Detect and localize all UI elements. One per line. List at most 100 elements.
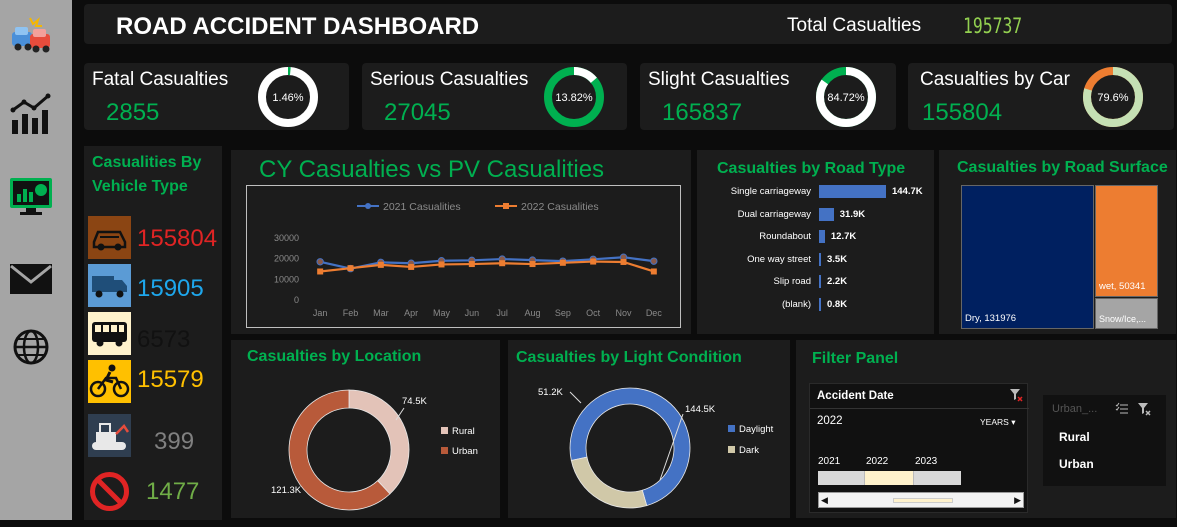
kpi-value: 155804	[922, 99, 1003, 126]
page-title: ROAD ACCIDENT DASHBOARD	[116, 13, 480, 40]
timeline-scrollbar[interactable]: ◀ ▶	[818, 492, 1024, 508]
x-tick-label: Jul	[496, 308, 508, 318]
legend-label-rural: Rural	[452, 426, 475, 437]
leader-line	[569, 391, 582, 404]
kpi-label: Fatal Casualties	[92, 69, 229, 90]
road-type-value-label: 12.7K	[830, 231, 857, 242]
kpi-card-slight: Slight Casualties 165837 84.72%	[640, 63, 896, 130]
legend-daylight: Daylight	[728, 424, 773, 435]
data-point	[650, 268, 657, 275]
data-point	[499, 260, 506, 267]
kpi-card-serious: Serious Casualties 27045 13.82%	[362, 63, 627, 130]
road-type-category-label: Roundabout	[759, 231, 811, 242]
dashboard-monitor-icon[interactable]	[8, 172, 54, 218]
road-type-bar[interactable]	[819, 207, 834, 221]
data-point	[347, 265, 354, 272]
sidebar	[0, 0, 72, 520]
years-dropdown[interactable]: YEARS ▾	[980, 417, 1015, 428]
kpi-label: Casualties by Car	[920, 69, 1070, 90]
treemap-cell-dry[interactable]: Dry, 131976	[961, 185, 1094, 329]
line-chart: 30000 20000 10000 0 Jan Feb Mar Apr May Jun Jul Aug…	[274, 201, 662, 318]
agricultural-vehicle-icon	[88, 414, 131, 457]
scroll-right-icon[interactable]: ▶	[1014, 495, 1021, 506]
y-tick-label: 10000	[274, 274, 299, 284]
total-casualties-label: Total Casualties	[787, 15, 922, 36]
truck-icon	[88, 264, 131, 307]
globe-icon[interactable]	[8, 324, 54, 370]
kpi-donut-slight: 84.72%	[816, 67, 876, 127]
data-point	[316, 258, 324, 266]
legend-label: 2022 Casualities	[521, 201, 599, 213]
x-tick-label: Aug	[524, 308, 540, 318]
donut-data-label: 51.2K	[538, 387, 563, 398]
road-type-bar[interactable]	[819, 297, 821, 311]
vehicle-value-bus: 6573	[137, 326, 191, 353]
kpi-donut-fatal: 1.46%	[258, 67, 318, 127]
road-type-bar[interactable]	[819, 252, 821, 266]
location-panel: Casualties by Location 74.5K 121.3K Rural…	[231, 340, 500, 518]
treemap-label-dry: Dry, 131976	[965, 313, 1017, 324]
kpi-card-fatal: Fatal Casualties 2855 1.46%	[84, 63, 349, 130]
vehicle-value-agricultural: 399	[154, 428, 195, 455]
legend-label-urban: Urban	[452, 446, 478, 457]
crash-icon[interactable]	[8, 14, 54, 60]
x-tick-label: Oct	[586, 308, 601, 318]
legend-marker	[365, 203, 371, 209]
vehicle-type-panel: Casualities By Vehicle Type 155804 15905…	[84, 146, 222, 520]
scroll-left-icon[interactable]: ◀	[821, 495, 828, 506]
data-point	[468, 261, 475, 268]
x-tick-label: Feb	[343, 308, 359, 318]
location-slicer-title: Urban_...	[1052, 403, 1098, 415]
multi-select-icon[interactable]	[1115, 402, 1129, 416]
timeline-cell-2021[interactable]	[818, 471, 865, 485]
total-casualties-value: 195737	[963, 14, 1023, 38]
data-point	[408, 263, 415, 270]
treemap-cell-snow[interactable]: Snow/Ice,...	[1095, 298, 1158, 329]
bus-icon	[88, 312, 131, 355]
x-tick-label: Jan	[313, 308, 328, 318]
kpi-donut-percent: 13.82%	[555, 92, 593, 104]
road-type-category-label: Dual carriageway	[737, 208, 811, 220]
clear-filter-icon[interactable]	[1137, 402, 1151, 416]
location-slicer[interactable]: Urban_... Rural Urban	[1043, 395, 1166, 486]
road-type-bar[interactable]	[819, 185, 886, 198]
data-point	[438, 261, 445, 268]
treemap-cell-wet[interactable]: wet, 50341	[1095, 185, 1158, 297]
slicer-item-urban[interactable]: Urban	[1059, 457, 1094, 471]
legend-label: 2021 Casualities	[383, 201, 461, 213]
mail-icon[interactable]	[8, 256, 54, 302]
date-slicer[interactable]: Accident Date 2022 YEARS ▾ 2021 2022 202…	[809, 383, 1029, 513]
road-type-panel: Casualties by Road Type Single carriagew…	[697, 150, 934, 334]
road-type-value-label: 31.9K	[839, 208, 866, 220]
road-type-value-label: 2.2K	[827, 276, 848, 287]
date-slicer-value: 2022	[817, 415, 843, 427]
legend-rural: Rural	[441, 426, 475, 437]
treemap-label-snow: Snow/Ice,...	[1099, 314, 1147, 324]
clear-filter-icon[interactable]	[1009, 388, 1023, 402]
road-type-value-label: 3.5K	[827, 253, 848, 265]
chevron-down-icon: ▾	[1011, 417, 1016, 427]
timeline-cell-2023[interactable]	[914, 471, 961, 485]
timeline-cell-2022[interactable]	[865, 471, 914, 485]
bicycle-icon	[88, 360, 131, 403]
road-type-bar[interactable]	[819, 275, 821, 288]
donut-data-label: 74.5K	[402, 396, 427, 407]
analytics-icon[interactable]	[8, 92, 54, 138]
kpi-value: 165837	[662, 99, 743, 126]
kpi-value: 27045	[384, 99, 451, 126]
x-tick-label: Jun	[465, 308, 480, 318]
legend-label-daylight: Daylight	[739, 424, 774, 435]
data-point	[590, 258, 597, 265]
road-type-bar[interactable]	[819, 230, 825, 243]
data-point	[377, 261, 384, 268]
x-tick-label: May	[433, 308, 451, 318]
vehicle-value-other: 1477	[146, 478, 200, 505]
scrollbar-thumb[interactable]	[893, 498, 953, 503]
vehicle-panel-title-line1: Casualities By	[92, 154, 202, 171]
slicer-item-rural[interactable]: Rural	[1059, 430, 1090, 444]
kpi-donut-percent: 84.72%	[827, 92, 865, 104]
header: ROAD ACCIDENT DASHBOARD Total Casualties…	[84, 4, 1172, 44]
road-type-category-label: One way street	[747, 253, 811, 265]
year-label-2021: 2021	[818, 456, 841, 467]
data-point	[650, 257, 658, 265]
